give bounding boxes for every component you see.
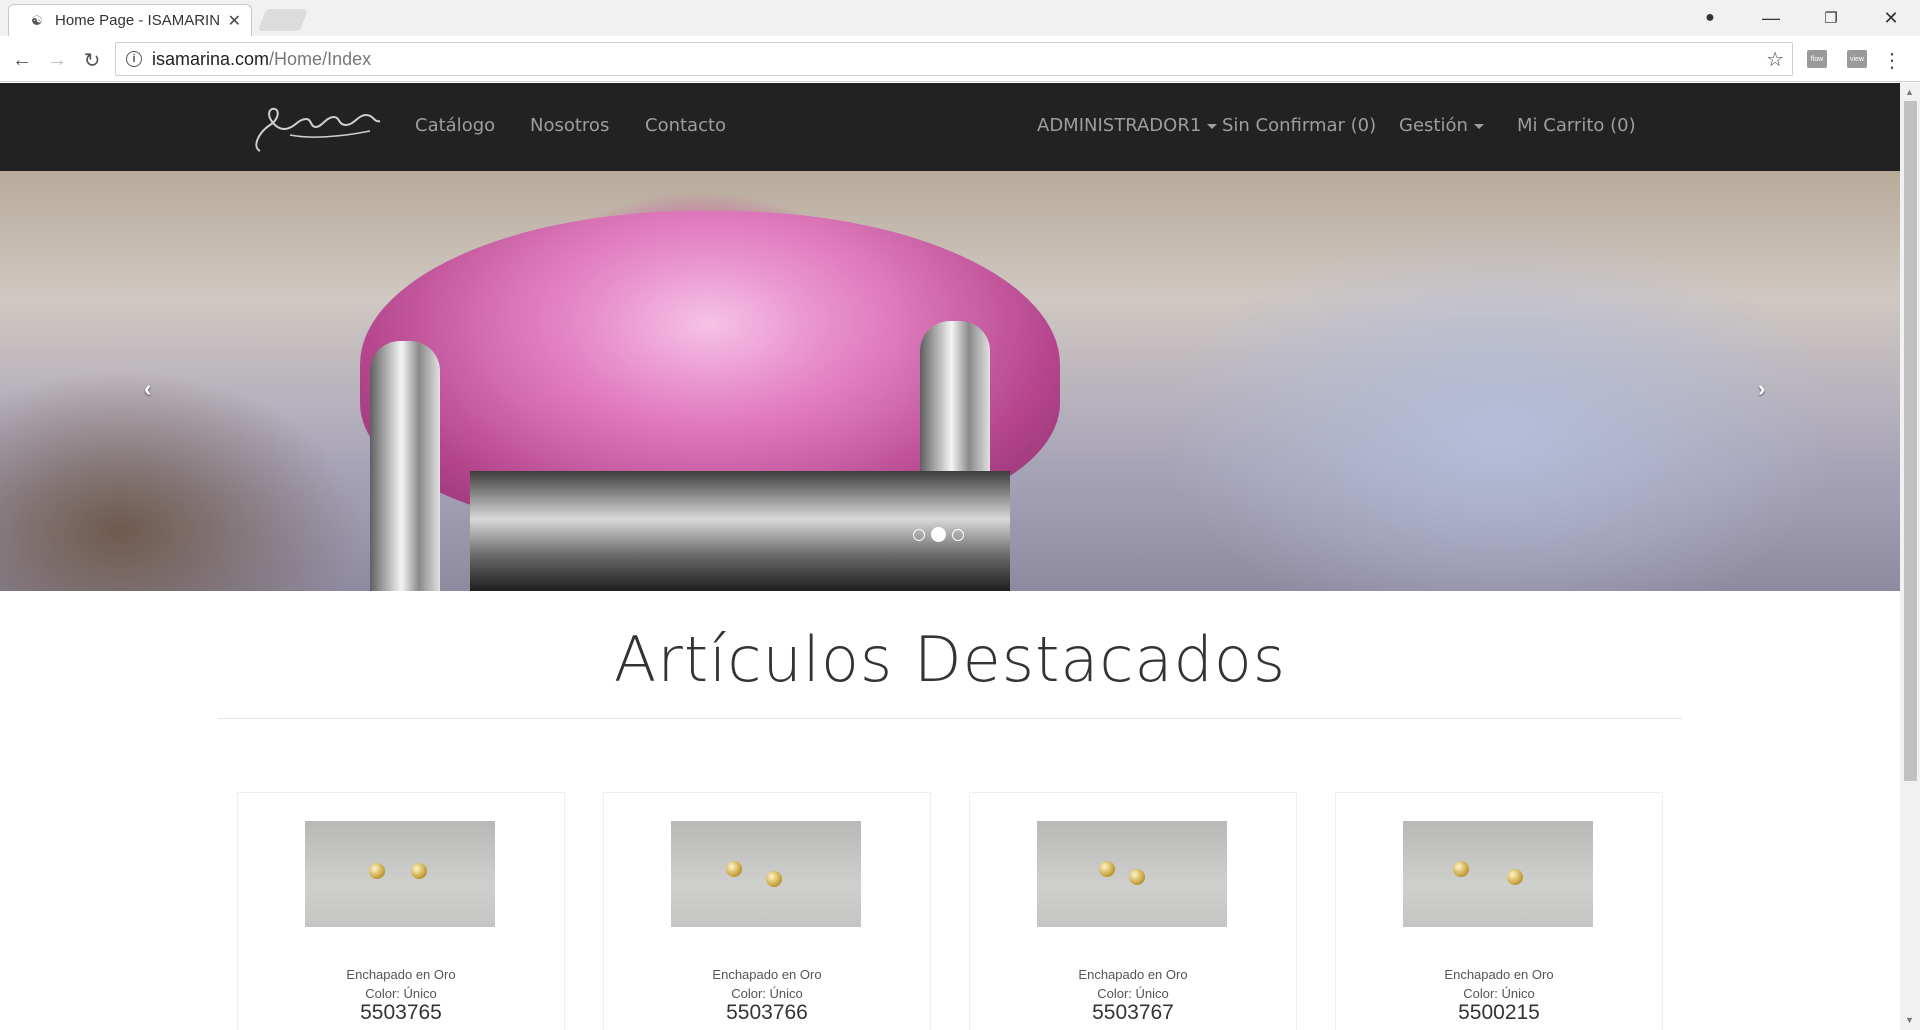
scroll-up-icon[interactable]: ▲ <box>1905 87 1914 97</box>
url-host: isamarina.com <box>152 48 270 69</box>
earring-image <box>726 861 742 877</box>
product-material: Enchapado en Oro <box>712 967 822 982</box>
back-icon[interactable]: ← <box>8 46 36 74</box>
product-material: Enchapado en Oro <box>1444 967 1554 982</box>
ysamarina-logo[interactable] <box>250 95 385 161</box>
carousel-indicator-3[interactable] <box>952 528 964 541</box>
product-image[interactable] <box>1037 821 1227 927</box>
browser-tab[interactable]: ☯ Home Page - ISAMARINA ✕ <box>8 4 252 36</box>
scroll-down-icon[interactable]: ▼ <box>1905 1015 1914 1025</box>
restore-button[interactable]: ❐ <box>1801 0 1861 36</box>
product-image[interactable] <box>1403 821 1593 927</box>
product-material: Enchapado en Oro <box>1078 967 1188 982</box>
product-card[interactable]: Enchapado en Oro Color: Único 5503765 <box>237 792 565 1030</box>
nav-gestion[interactable]: Gestión <box>1399 115 1484 136</box>
product-color: Color: Único <box>731 986 803 1001</box>
close-tab-icon[interactable]: ✕ <box>228 11 241 31</box>
chevron-down-icon <box>1207 123 1218 129</box>
hero-carousel[interactable]: ‹ › <box>0 171 1900 591</box>
site-navbar: Catálogo Nosotros Contacto ADMINISTRADOR… <box>0 83 1900 171</box>
page-favicon-icon: ☯ <box>31 12 43 28</box>
product-color: Color: Único <box>365 986 437 1001</box>
product-color: Color: Único <box>1463 986 1535 1001</box>
chevron-down-icon <box>1473 123 1484 129</box>
minimize-button[interactable]: — <box>1741 0 1801 36</box>
featured-heading: Artículos Destacados <box>613 623 1287 696</box>
user-menu-label: ADMINISTRADOR1 <box>1037 115 1202 136</box>
nav-catalogo[interactable]: Catálogo <box>415 115 495 136</box>
page-content: Catálogo Nosotros Contacto ADMINISTRADOR… <box>0 83 1900 1030</box>
earring-image <box>766 871 782 887</box>
site-info-icon[interactable]: i <box>126 51 142 67</box>
page-scrollbar[interactable]: ▲ ▼ <box>1900 83 1920 1030</box>
earring-image <box>1453 861 1469 877</box>
product-card[interactable]: Enchapado en Oro Color: Único 5500215 <box>1335 792 1663 1030</box>
product-code[interactable]: 5503767 <box>970 1001 1296 1025</box>
gestion-label: Gestión <box>1399 115 1468 136</box>
bookmark-star-icon[interactable]: ☆ <box>1766 47 1784 72</box>
browser-tab-bar: ☯ Home Page - ISAMARINA ✕ ● — ❐ ✕ <box>0 0 1920 36</box>
carousel-indicators <box>913 527 964 542</box>
ring-prong-left <box>370 341 440 591</box>
flow-extension-icon[interactable]: flow <box>1807 50 1827 68</box>
nav-nosotros[interactable]: Nosotros <box>530 115 609 136</box>
profile-icon[interactable]: ● <box>1680 0 1740 36</box>
scrollbar-thumb[interactable] <box>1904 101 1917 781</box>
nav-sin-confirmar[interactable]: Sin Confirmar (0) <box>1222 115 1376 136</box>
product-card[interactable]: Enchapado en Oro Color: Único 5503767 <box>969 792 1297 1030</box>
new-tab-button[interactable] <box>257 9 309 31</box>
product-code[interactable]: 5503766 <box>604 1001 930 1025</box>
address-bar[interactable]: i isamarina.com/Home/Index ☆ <box>115 42 1793 76</box>
forward-icon[interactable]: → <box>43 46 71 74</box>
product-code[interactable]: 5503765 <box>238 1001 564 1025</box>
nav-user-menu[interactable]: ADMINISTRADOR1 <box>1037 115 1218 136</box>
carousel-next-icon[interactable]: › <box>1758 376 1765 402</box>
reload-icon[interactable]: ↻ <box>78 46 106 74</box>
carousel-indicator-1[interactable] <box>913 528 925 541</box>
section-divider <box>218 718 1682 719</box>
earring-image <box>1129 869 1145 885</box>
carousel-indicator-2[interactable] <box>931 527 946 542</box>
tab-title: Home Page - ISAMARINA <box>55 12 220 29</box>
product-material: Enchapado en Oro <box>346 967 456 982</box>
nav-mi-carrito[interactable]: Mi Carrito (0) <box>1517 115 1636 136</box>
close-window-button[interactable]: ✕ <box>1861 0 1920 36</box>
earring-image <box>1507 869 1523 885</box>
earring-image <box>369 863 385 879</box>
product-card[interactable]: Enchapado en Oro Color: Único 5503766 <box>603 792 931 1030</box>
carousel-prev-icon[interactable]: ‹ <box>144 376 151 402</box>
url-path: /Home/Index <box>269 48 372 69</box>
view-extension-icon[interactable]: view <box>1847 50 1867 68</box>
product-image[interactable] <box>305 821 495 927</box>
nav-contacto[interactable]: Contacto <box>645 115 726 136</box>
earring-image <box>1099 861 1115 877</box>
product-image[interactable] <box>671 821 861 927</box>
product-color: Color: Único <box>1097 986 1169 1001</box>
browser-menu-icon[interactable]: ⋮ <box>1882 48 1902 73</box>
product-code[interactable]: 5500215 <box>1336 1001 1662 1025</box>
browser-toolbar: ← → ↻ i isamarina.com/Home/Index ☆ flow … <box>0 36 1920 82</box>
earring-image <box>411 863 427 879</box>
